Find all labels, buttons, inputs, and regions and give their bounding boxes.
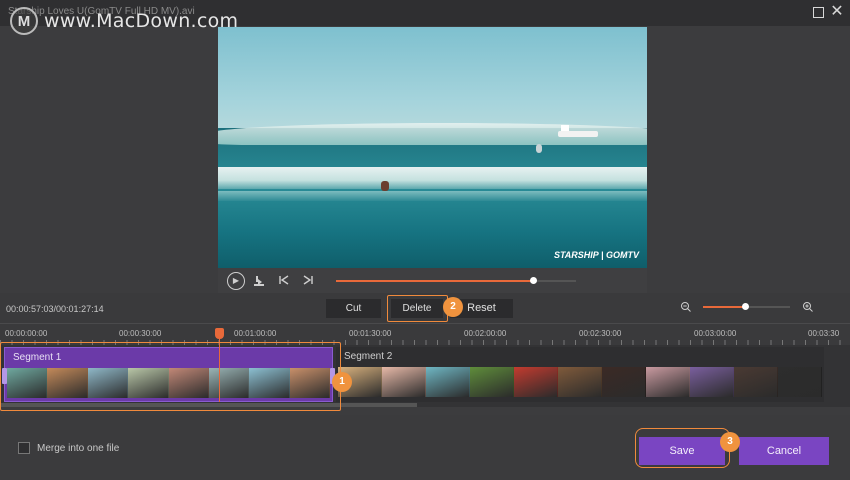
cut-button[interactable]: Cut	[326, 299, 381, 318]
maximize-icon[interactable]	[813, 7, 824, 18]
segment-thumbnail	[690, 367, 734, 397]
segment-thumbnail	[289, 368, 330, 398]
step-badge-2: 2	[443, 297, 463, 317]
video-editor-window: Starship Loves U(GomTV Full HD MV).avi ✕…	[0, 0, 850, 480]
playhead-line	[219, 328, 220, 402]
ruler-label: 00:00:00:00	[5, 329, 48, 338]
segment-thumbnail	[558, 367, 602, 397]
next-frame-icon[interactable]	[302, 274, 314, 289]
ruler-label: 00:01:00:00	[234, 329, 277, 338]
video-boat	[558, 125, 598, 137]
watermark-text: www.MacDown.com	[44, 10, 239, 32]
video-surfer	[536, 144, 542, 153]
segment-2[interactable]: Segment 2	[336, 347, 824, 402]
segment-thumbnail	[208, 368, 250, 398]
ruler-label: 00:00:30:00	[119, 329, 162, 338]
play-icon[interactable]: ▶	[227, 272, 245, 290]
video-surfer	[381, 181, 389, 191]
zoom-slider-knob[interactable]	[741, 303, 749, 310]
segment-thumbnail	[734, 367, 778, 397]
segment-thumbnail	[7, 368, 48, 398]
video-logo-watermark: STARSHIP | GOMTV	[553, 250, 639, 260]
cancel-button[interactable]: Cancel	[739, 437, 829, 465]
playback-progress-fill	[336, 280, 533, 282]
snapshot-icon[interactable]	[252, 274, 266, 288]
segment-thumbnail	[646, 367, 690, 397]
ruler-label: 00:03:30	[808, 329, 840, 338]
ruler-label: 00:01:30:00	[349, 329, 392, 338]
timecode: 00:00:57:03/00:01:27:14	[6, 304, 104, 314]
playback-bar: ▶	[218, 268, 647, 293]
close-icon[interactable]: ✕	[830, 4, 844, 20]
watermark: M www.MacDown.com	[10, 6, 238, 36]
zoom-out-icon[interactable]	[680, 301, 692, 313]
segment-2-thumbnails	[338, 367, 822, 397]
step-badge-3: 3	[720, 432, 740, 452]
video-preview[interactable]: STARSHIP | GOMTV	[218, 27, 647, 268]
playback-progress-knob[interactable]	[529, 277, 537, 284]
video-foam-shadow	[218, 190, 647, 201]
merge-label: Merge into one file	[37, 443, 120, 454]
step-badge-1: 1	[332, 372, 352, 392]
ruler-label: 00:03:00:00	[694, 329, 737, 338]
merge-checkbox[interactable]	[18, 442, 30, 454]
segment-1-thumbnails	[7, 368, 330, 398]
segment-thumbnail	[47, 368, 88, 398]
segment-1-label: Segment 1	[13, 352, 62, 363]
save-button[interactable]: Save	[639, 437, 725, 465]
segment-thumbnail	[382, 367, 426, 397]
segment-thumbnail	[426, 367, 470, 397]
segment-thumbnail	[168, 368, 209, 398]
zoom-in-icon[interactable]	[802, 301, 814, 313]
edit-toolbar: 00:00:57:03/00:01:27:14 Cut Delete Reset	[0, 293, 850, 323]
timeline-ruler[interactable]: 00:00:00:00 00:00:30:00 00:01:00:00 00:0…	[0, 323, 850, 346]
zoom-slider-fill	[703, 306, 745, 308]
segment-thumbnail	[87, 368, 129, 398]
timeline-scrollbar[interactable]	[0, 403, 417, 407]
video-foam	[218, 166, 647, 189]
ruler-label: 00:02:00:00	[464, 329, 507, 338]
previous-frame-icon[interactable]	[278, 274, 290, 289]
watermark-logo-icon: M	[10, 7, 38, 35]
segment-thumbnail	[778, 367, 822, 397]
segment-thumbnail	[602, 367, 646, 397]
playback-progress-track[interactable]	[336, 277, 576, 284]
zoom-slider[interactable]	[703, 303, 790, 310]
segment-thumbnail	[249, 368, 290, 398]
segment-1-start-handle[interactable]	[2, 368, 7, 384]
ruler-label: 00:02:30:00	[579, 329, 622, 338]
segment-thumbnail	[514, 367, 558, 397]
segment-2-label: Segment 2	[344, 351, 393, 362]
segment-thumbnail	[128, 368, 169, 398]
segment-1[interactable]: Segment 1	[2, 347, 335, 402]
segment-thumbnail	[470, 367, 514, 397]
video-sky	[218, 27, 647, 136]
delete-button[interactable]: Delete	[391, 299, 443, 318]
